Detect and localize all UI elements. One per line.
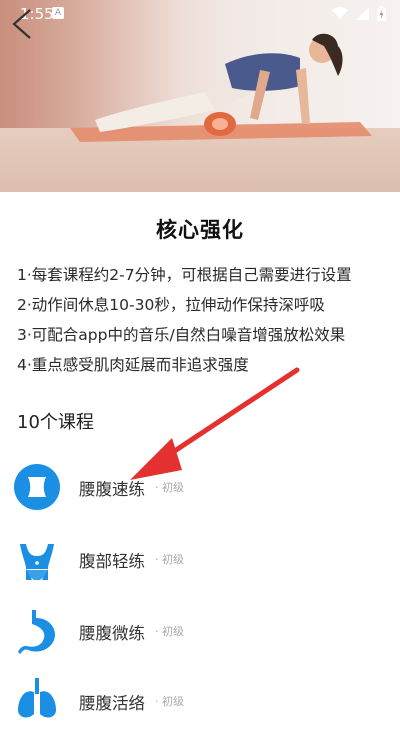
page-title: 核心强化 <box>156 218 244 242</box>
hero-illustration <box>70 33 372 142</box>
course-level: · 初级 <box>155 695 184 708</box>
status-icons <box>332 6 386 21</box>
course-level: · 初级 <box>155 481 184 494</box>
tip-item: 3·可配合app中的音乐/自然白噪音增强放松效果 <box>17 326 346 344</box>
course-name: 腹部轻练 <box>79 552 145 571</box>
course-count: 10个课程 <box>17 412 94 433</box>
abdomen-icon <box>20 544 54 580</box>
course-name: 腰腹速练 <box>79 480 145 499</box>
back-arrow-icon <box>12 9 31 39</box>
signal-icon <box>356 7 369 20</box>
hero-banner <box>0 0 400 192</box>
course-item-abdomen-light[interactable]: 腹部轻练 · 初级 <box>0 536 400 596</box>
tip-item: 4·重点感受肌肉延展而非追求强度 <box>17 356 249 374</box>
back-button[interactable] <box>6 6 36 42</box>
course-name: 腰腹微练 <box>79 624 145 643</box>
course-item-waist-active[interactable]: 腰腹活络 · 初级 <box>0 678 400 738</box>
course-item-waist-micro[interactable]: 腰腹微练 · 初级 <box>0 608 400 668</box>
waist-icon <box>14 464 60 510</box>
course-name: 腰腹活络 <box>79 694 145 713</box>
wifi-icon <box>332 7 348 19</box>
battery-icon <box>377 6 386 21</box>
tips-list: 1·每套课程约2-7分钟，可根据自己需要进行设置 2·动作间休息10-30秒，拉… <box>17 260 387 380</box>
tip-item: 2·动作间休息10-30秒，拉伸动作保持深呼吸 <box>17 296 325 314</box>
course-item-waist-quick[interactable]: 腰腹速练 · 初级 <box>0 464 400 524</box>
tip-item: 1·每套课程约2-7分钟，可根据自己需要进行设置 <box>17 266 352 284</box>
notification-icon: A <box>52 7 64 19</box>
status-bar: 1:55 A <box>0 0 400 28</box>
course-level: · 初级 <box>155 625 184 638</box>
stomach-icon <box>18 610 56 654</box>
lungs-icon <box>18 678 56 718</box>
course-level: · 初级 <box>155 553 184 566</box>
